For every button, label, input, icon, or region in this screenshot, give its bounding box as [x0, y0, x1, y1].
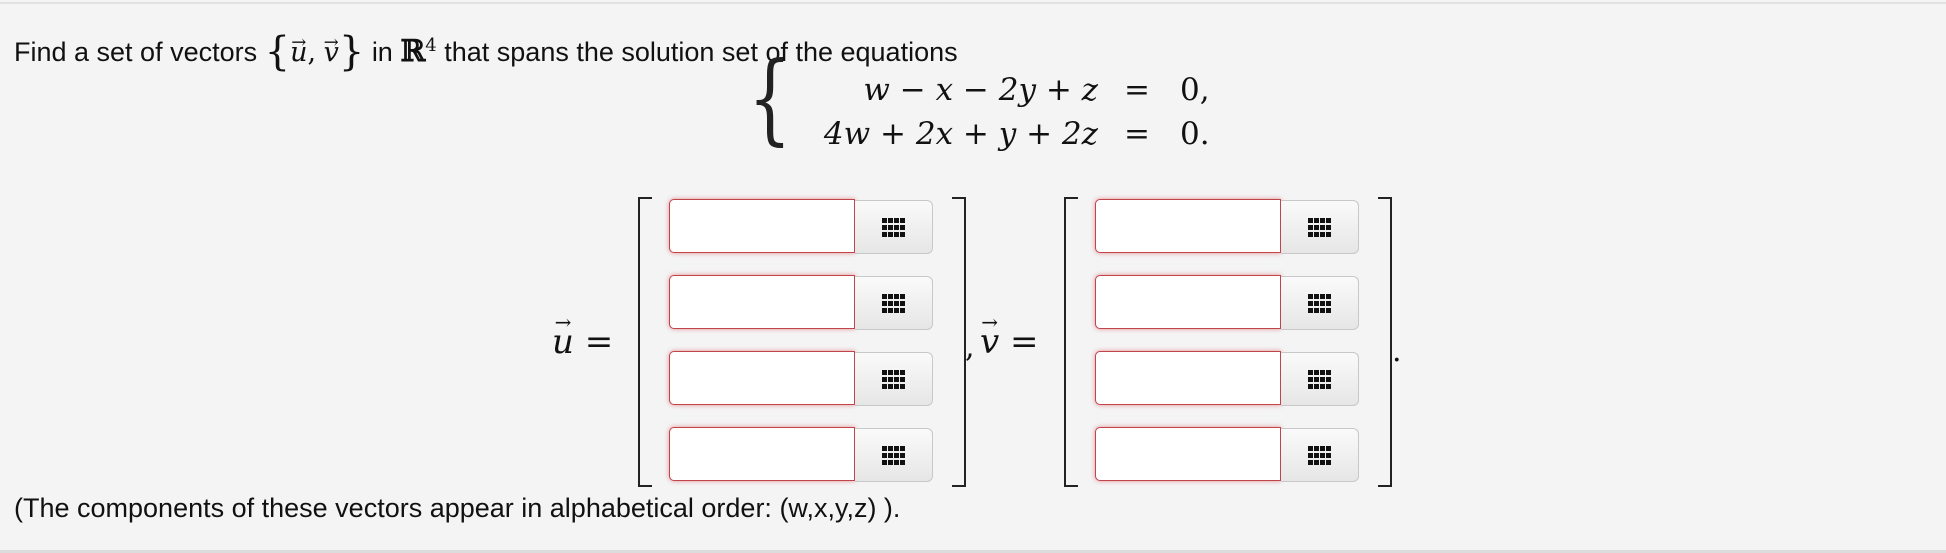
vector-end-period: .	[1392, 334, 1402, 369]
set-close-brace: }	[338, 29, 365, 75]
grid-icon	[882, 370, 905, 390]
v-component-4-matrix-button[interactable]	[1281, 428, 1359, 482]
top-divider	[0, 2, 1946, 4]
u-component-1-input[interactable]	[669, 199, 855, 253]
real-space-symbol: ℝ	[400, 34, 426, 69]
v-component-2-matrix-button[interactable]	[1281, 276, 1359, 330]
vector-v-label: → v =	[980, 310, 1039, 362]
question-text: Find a set of vectors {→ u, → v} in ℝ4 tha…	[14, 24, 958, 75]
equation-2-lhs: 4w + 2x + y + 2z	[823, 116, 1098, 152]
u-component-3-matrix-button[interactable]	[855, 352, 933, 406]
grid-icon	[882, 218, 905, 238]
u-component-4-matrix-button[interactable]	[855, 428, 933, 482]
v-component-cell	[1095, 275, 1365, 333]
u-component-2-matrix-button[interactable]	[855, 276, 933, 330]
set-separator: ,	[307, 37, 317, 68]
grid-icon	[1308, 446, 1331, 466]
u-component-3-input[interactable]	[669, 351, 855, 405]
v-component-3-input[interactable]	[1095, 351, 1281, 405]
vector-v-left-bracket	[1064, 197, 1078, 487]
u-component-cell	[669, 427, 939, 485]
v-component-cell	[1095, 199, 1365, 257]
vector-v-right-bracket	[1378, 197, 1392, 487]
equation-1-lhs: w − x − 2y + z	[863, 72, 1098, 108]
grid-icon	[882, 446, 905, 466]
question-suffix: that spans the solution set of the equat…	[444, 37, 958, 67]
v-component-1-matrix-button[interactable]	[1281, 200, 1359, 254]
vector-u-symbol: → u	[290, 32, 308, 68]
real-space-exponent: 4	[425, 35, 437, 56]
question-prefix: Find a set of vectors	[14, 37, 258, 67]
u-component-cell	[669, 199, 939, 257]
v-component-4-input[interactable]	[1095, 427, 1281, 481]
v-component-1-input[interactable]	[1095, 199, 1281, 253]
equation-2-equals: =	[1124, 116, 1150, 152]
vector-u-left-bracket	[638, 197, 652, 487]
u-component-1-matrix-button[interactable]	[855, 200, 933, 254]
question-in: in	[371, 37, 393, 67]
u-component-cell	[669, 351, 939, 409]
u-component-2-input[interactable]	[669, 275, 855, 329]
vector-u-label: → u =	[552, 310, 614, 362]
vector-u-right-bracket	[952, 197, 966, 487]
equation-2-rhs: 0.	[1180, 116, 1210, 152]
grid-icon	[1308, 294, 1331, 314]
equation-1-equals: =	[1124, 72, 1150, 108]
grid-icon	[1308, 218, 1331, 238]
vector-v-symbol: → v	[323, 32, 339, 68]
grid-icon	[1308, 370, 1331, 390]
grid-icon	[882, 294, 905, 314]
equation-1-rhs: 0,	[1180, 72, 1210, 108]
set-open-brace: {	[264, 29, 291, 75]
v-component-cell	[1095, 427, 1365, 485]
v-component-cell	[1095, 351, 1365, 409]
u-component-cell	[669, 275, 939, 333]
v-component-3-matrix-button[interactable]	[1281, 352, 1359, 406]
v-component-2-input[interactable]	[1095, 275, 1281, 329]
vector-separator-comma: ,	[965, 330, 975, 365]
u-component-4-input[interactable]	[669, 427, 855, 481]
component-order-note: (The components of these vectors appear …	[14, 493, 901, 523]
